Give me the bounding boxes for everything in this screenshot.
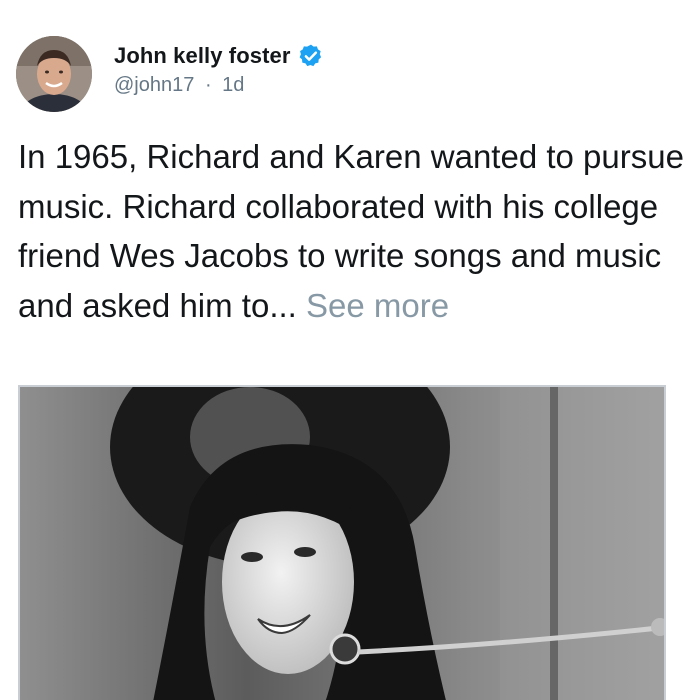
author-display-name[interactable]: John kelly foster <box>114 43 291 69</box>
tweet-header: John kelly foster @john17 · 1d <box>16 36 324 112</box>
tweet-timestamp[interactable]: 1d <box>222 74 244 96</box>
name-row: John kelly foster <box>114 43 324 69</box>
author-handle[interactable]: @john17 <box>114 74 194 96</box>
avatar[interactable] <box>16 36 92 112</box>
meta-separator: · <box>204 74 212 96</box>
tweet-card: John kelly foster @john17 · 1d In 1965, … <box>0 0 700 700</box>
tweet-text: In 1965, Richard and Karen wanted to pur… <box>18 132 688 330</box>
tweet-meta: @john17 · 1d <box>114 74 324 97</box>
tweet-photo[interactable] <box>18 385 666 700</box>
avatar-image <box>16 36 92 112</box>
verified-badge-icon <box>298 43 324 69</box>
photo-image <box>20 387 664 700</box>
author-info: John kelly foster @john17 · 1d <box>114 43 324 97</box>
see-more-link[interactable]: See more <box>306 287 449 324</box>
